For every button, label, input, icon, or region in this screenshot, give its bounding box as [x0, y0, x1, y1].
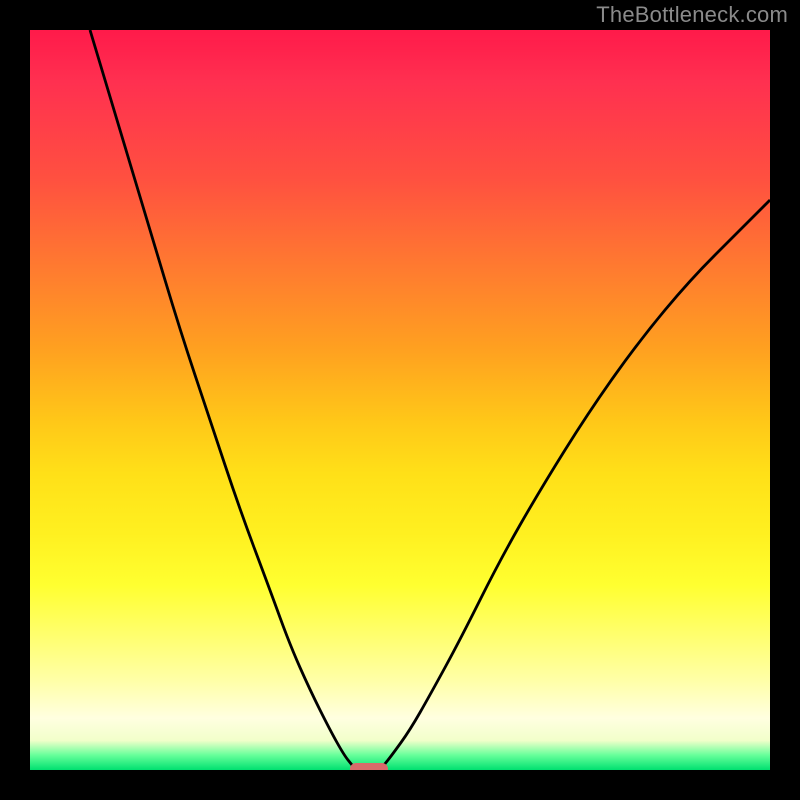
bottleneck-curve — [30, 30, 770, 770]
plot-area — [30, 30, 770, 770]
curve-right — [384, 200, 770, 765]
watermark-text: TheBottleneck.com — [596, 2, 788, 28]
curve-left — [90, 30, 352, 765]
optimum-marker — [350, 763, 388, 770]
chart-frame: TheBottleneck.com — [0, 0, 800, 800]
